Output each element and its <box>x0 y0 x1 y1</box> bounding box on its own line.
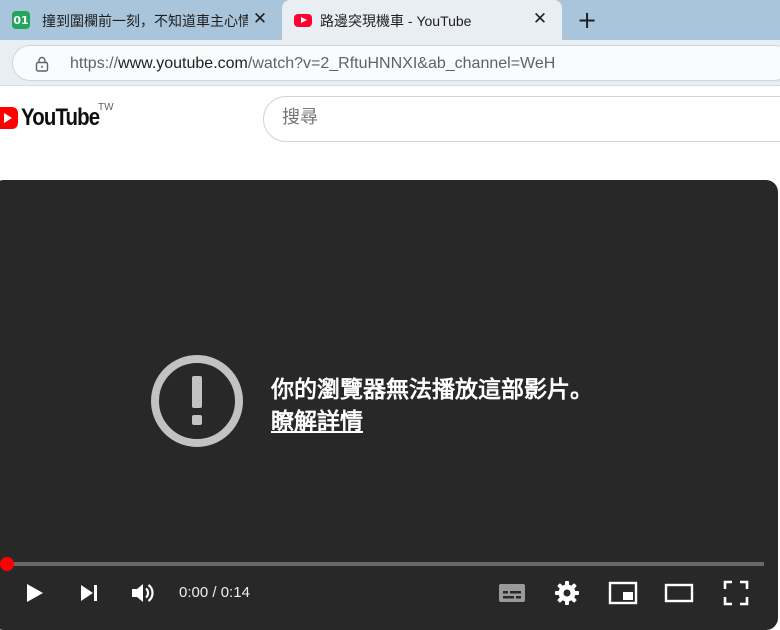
next-icon <box>81 585 97 601</box>
fullscreen-button[interactable] <box>718 578 754 608</box>
youtube-logo[interactable]: YouTube <box>0 103 113 133</box>
video-player[interactable]: 你的瀏覽器無法播放這部影片。 瞭解詳情 0:00 / 0:14 <box>0 180 778 630</box>
tab-title: 路邊突現機車 - YouTube <box>320 13 472 29</box>
region-code: TW <box>98 102 114 113</box>
total-duration: 0:14 <box>220 584 250 601</box>
volume-button[interactable] <box>125 578 161 608</box>
youtube-wordmark: YouTube <box>21 104 100 131</box>
browser-tab-1[interactable]: 01 撞到圍欄前一刻，不知道車主心情 ✕ <box>0 0 282 40</box>
volume-icon <box>132 584 154 602</box>
youtube-play-logo-icon <box>0 107 18 129</box>
miniplayer-button[interactable] <box>605 578 641 608</box>
error-exclamation-icon <box>151 355 243 447</box>
browser-toolbar: https://www.youtube.com/watch?v=2_RftuHN… <box>0 40 780 86</box>
url-scheme: https:// <box>70 55 119 72</box>
url-text[interactable]: https://www.youtube.com/watch?v=2_RftuHN… <box>70 55 555 73</box>
time-display: 0:00 / 0:14 <box>179 584 250 601</box>
playback-error-message: 你的瀏覽器無法播放這部影片。 <box>271 376 593 402</box>
theater-mode-icon <box>664 583 694 603</box>
current-time: 0:00 <box>179 584 209 601</box>
tab-title: 撞到圍欄前一刻，不知道車主心情 <box>42 13 248 29</box>
fullscreen-icon <box>723 580 749 606</box>
search-input[interactable] <box>282 107 762 128</box>
youtube-favicon-icon <box>294 14 312 27</box>
browser-tab-strip: 01 撞到圍欄前一刻，不知道車主心情 ✕ 路邊突現機車 - YouTube ✕ … <box>0 0 780 40</box>
gear-icon <box>555 581 579 605</box>
progress-scrubber-handle[interactable] <box>0 557 14 571</box>
next-button[interactable] <box>71 578 107 608</box>
lock-icon[interactable] <box>35 56 49 72</box>
address-bar[interactable]: https://www.youtube.com/watch?v=2_RftuHN… <box>12 45 780 81</box>
play-button[interactable] <box>16 578 52 608</box>
time-separator: / <box>208 584 221 601</box>
new-tab-button[interactable]: + <box>574 6 600 34</box>
miniplayer-icon <box>608 581 638 605</box>
url-path: /watch?v=2_RftuHNNXI&ab_channel=WeH <box>247 55 556 72</box>
close-tab-icon[interactable]: ✕ <box>250 9 270 29</box>
play-icon <box>27 584 43 602</box>
search-box[interactable] <box>263 96 780 142</box>
subtitles-button[interactable] <box>494 578 530 608</box>
settings-button[interactable] <box>549 578 585 608</box>
browser-tab-2[interactable]: 路邊突現機車 - YouTube ✕ <box>282 0 562 40</box>
close-tab-icon[interactable]: ✕ <box>530 9 550 29</box>
progress-bar[interactable] <box>6 562 764 566</box>
learn-more-link[interactable]: 瞭解詳情 <box>271 402 363 436</box>
theater-mode-button[interactable] <box>661 578 697 608</box>
url-host: www.youtube.com <box>118 55 248 72</box>
subtitles-icon <box>499 584 525 602</box>
site-favicon-icon: 01 <box>12 11 30 29</box>
